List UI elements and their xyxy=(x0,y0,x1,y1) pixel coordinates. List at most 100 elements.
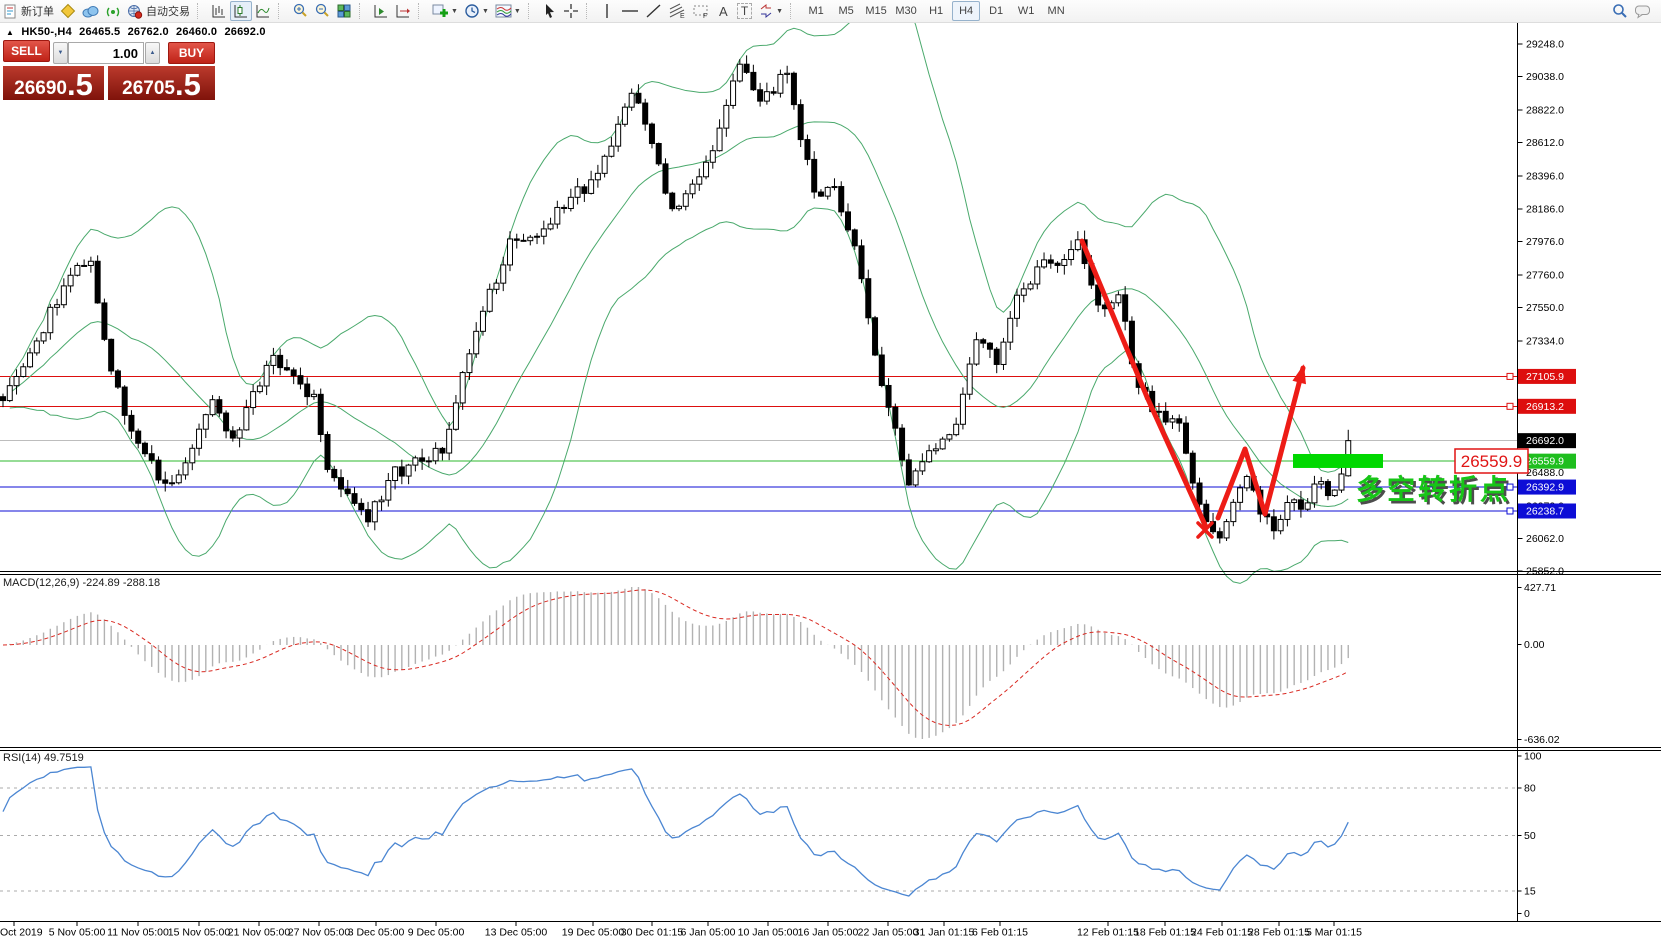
toolbar-right-group xyxy=(1609,1,1655,21)
chat-button[interactable] xyxy=(1631,1,1655,21)
chart-marker-icon: ▲ xyxy=(6,28,14,37)
timeframe-button-m15[interactable]: M15 xyxy=(862,1,890,21)
data-window-button[interactable] xyxy=(79,1,102,21)
chevron-down-icon: ▼ xyxy=(482,8,489,15)
text-label-tool-button[interactable]: T xyxy=(734,1,755,21)
svg-text:F: F xyxy=(703,13,707,19)
sell-button[interactable]: SELL xyxy=(3,40,50,62)
svg-text:15 Nov 05:00: 15 Nov 05:00 xyxy=(168,927,231,939)
svg-text:12 Feb 01:15: 12 Feb 01:15 xyxy=(1077,927,1139,939)
svg-text:27760.0: 27760.0 xyxy=(1526,269,1564,281)
cloud-icon xyxy=(82,4,99,19)
svg-text:19 Dec 05:00: 19 Dec 05:00 xyxy=(562,927,625,939)
diamond-icon xyxy=(60,3,76,19)
svg-text:26062.0: 26062.0 xyxy=(1526,533,1564,545)
chart-canvas[interactable]: 29248.029038.028822.028612.028396.028186… xyxy=(0,0,1661,941)
periods-button[interactable]: ▼ xyxy=(461,1,492,21)
zoom-in-button[interactable] xyxy=(289,1,311,21)
cn-annotation-text: 多空转折点 xyxy=(1356,473,1511,505)
sell-price-main: 26690 xyxy=(14,79,67,98)
svg-text:50: 50 xyxy=(1524,830,1536,842)
tile-windows-button[interactable] xyxy=(333,1,355,21)
buy-price-display[interactable]: 26705 .5 xyxy=(108,66,215,100)
new-order-button[interactable]: 新订单 xyxy=(0,1,57,21)
candlestick-chart-button[interactable] xyxy=(230,1,252,21)
timeframe-button-m5[interactable]: M5 xyxy=(832,1,860,21)
trendline-tool-button[interactable] xyxy=(642,1,665,21)
svg-text:31 Jan 01:15: 31 Jan 01:15 xyxy=(914,927,975,939)
timeframe-button-h1[interactable]: H1 xyxy=(922,1,950,21)
auto-scroll-button[interactable] xyxy=(370,1,392,21)
indicators-button[interactable]: ▼ xyxy=(429,1,461,21)
text-tool-label: A xyxy=(719,4,728,19)
text-tool-button[interactable]: A xyxy=(713,1,734,21)
channel-tool-button[interactable]: F xyxy=(689,1,713,21)
svg-text:29248.0: 29248.0 xyxy=(1526,39,1564,51)
favorites-button[interactable] xyxy=(57,1,79,21)
svg-text:10 Jan 05:00: 10 Jan 05:00 xyxy=(738,927,799,939)
svg-text:26692.0: 26692.0 xyxy=(1526,435,1564,447)
rsi-line xyxy=(3,767,1348,896)
chevron-down-icon: ▼ xyxy=(776,8,783,15)
svg-text:E: E xyxy=(680,13,685,19)
bollinger-middle-band xyxy=(10,122,1348,507)
volume-input[interactable] xyxy=(68,42,144,64)
autotrading-button[interactable]: 自动交易 xyxy=(124,1,193,21)
timeframe-button-m30[interactable]: M30 xyxy=(892,1,920,21)
search-button[interactable] xyxy=(1609,1,1631,21)
red-trend-arrow xyxy=(1082,241,1206,527)
label-tool-label: T xyxy=(737,3,752,19)
sell-price-display[interactable]: 26690 .5 xyxy=(3,66,104,100)
timeframe-button-h4[interactable]: H4 xyxy=(952,1,980,21)
vertical-line-tool-button[interactable] xyxy=(597,1,618,21)
bar-chart-button[interactable] xyxy=(208,1,230,21)
volume-increase-button[interactable]: ▲ xyxy=(145,42,160,64)
timeframe-button-w1[interactable]: W1 xyxy=(1012,1,1040,21)
bar-chart-icon xyxy=(211,3,227,19)
timeframe-button-m1[interactable]: M1 xyxy=(802,1,830,21)
line-chart-button[interactable] xyxy=(252,1,274,21)
signals-button[interactable] xyxy=(102,1,124,21)
svg-text:0.00: 0.00 xyxy=(1524,639,1545,651)
svg-text:28822.0: 28822.0 xyxy=(1526,105,1564,117)
crosshair-tool-button[interactable] xyxy=(560,1,582,21)
timeframe-buttons: M1M5M15M30H1H4D1W1MN xyxy=(801,1,1071,21)
crosshair-icon xyxy=(563,3,579,19)
svg-text:5 Nov 05:00: 5 Nov 05:00 xyxy=(49,927,106,939)
timeframe-button-mn[interactable]: MN xyxy=(1042,1,1070,21)
templates-button[interactable]: ▼ xyxy=(492,1,524,21)
tile-windows-icon xyxy=(336,3,352,19)
vertical-line-icon xyxy=(600,3,614,19)
toolbar-separator xyxy=(418,3,426,19)
svg-text:5 Mar 01:15: 5 Mar 01:15 xyxy=(1306,927,1362,939)
svg-text:15: 15 xyxy=(1524,886,1536,898)
indicators-icon xyxy=(432,3,449,19)
svg-text:26238.7: 26238.7 xyxy=(1526,505,1564,517)
svg-text:27976.0: 27976.0 xyxy=(1526,236,1564,248)
buy-button[interactable]: BUY xyxy=(168,42,215,64)
svg-text:100: 100 xyxy=(1524,751,1542,763)
one-click-trading-panel: SELL ▼ ▲ BUY 26690 .5 26705 .5 xyxy=(3,40,215,100)
fibonacci-tool-button[interactable]: E xyxy=(665,1,689,21)
ohlc-low: 26460.0 xyxy=(176,26,217,38)
main-toolbar: 新订单 自动交易 ▼ ▼ xyxy=(0,0,1661,23)
green-zone-rectangle xyxy=(1293,454,1383,468)
toolbar-separator xyxy=(197,3,205,19)
svg-text:30 Oct 2019: 30 Oct 2019 xyxy=(0,927,43,939)
cursor-tool-button[interactable] xyxy=(539,1,560,21)
trading-terminal-window: { "toolbar": { "new_order_label": "新订单",… xyxy=(0,0,1661,941)
symbol-name: HK50-,H4 xyxy=(21,26,72,38)
horizontal-line-icon xyxy=(621,3,639,19)
autotrading-icon xyxy=(127,4,143,19)
svg-text:28186.0: 28186.0 xyxy=(1526,203,1564,215)
svg-text:21 Nov 05:00: 21 Nov 05:00 xyxy=(228,927,291,939)
toolbar-separator xyxy=(586,3,594,19)
arrows-tool-button[interactable]: ▼ xyxy=(755,1,786,21)
volume-decrease-button[interactable]: ▼ xyxy=(53,42,68,64)
zoom-out-button[interactable] xyxy=(311,1,333,21)
horizontal-line-tool-button[interactable] xyxy=(618,1,642,21)
chart-shift-button[interactable] xyxy=(392,1,414,21)
svg-text:29038.0: 29038.0 xyxy=(1526,71,1564,83)
timeframe-button-d1[interactable]: D1 xyxy=(982,1,1010,21)
svg-text:26913.2: 26913.2 xyxy=(1526,401,1564,413)
